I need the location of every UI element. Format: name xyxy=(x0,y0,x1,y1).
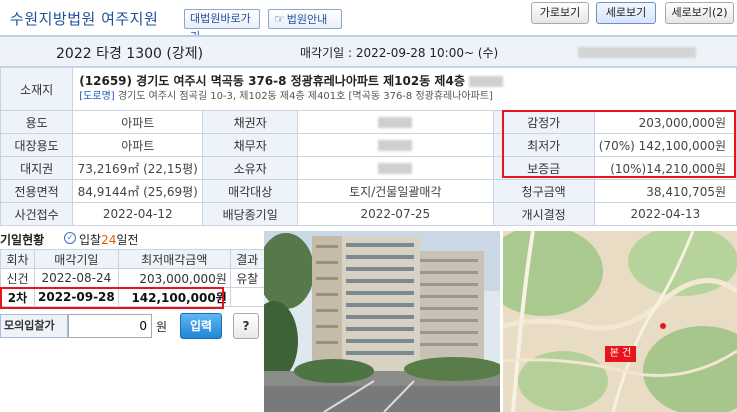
header: 수원지방법원 여주지원 대법원바로가기 ☞법원안내 가로보기 세로보기 세로보기… xyxy=(0,0,737,43)
view-horizontal-button[interactable]: 가로보기 xyxy=(531,2,589,24)
creditor-value xyxy=(297,110,494,134)
creditor-label: 채권자 xyxy=(202,110,299,134)
court-guide-label: 법원안내 xyxy=(286,13,328,26)
bid-days-suffix: 일전 xyxy=(116,233,139,247)
result-cell: 유찰 xyxy=(229,268,265,288)
current-round-highlight-box xyxy=(0,287,224,309)
map-image xyxy=(503,231,737,412)
address-road-text: 경기도 여주시 점곡길 10-3, 제102동 제4층 제401호 [멱곡동 3… xyxy=(117,91,493,102)
land-right-value: 73,2169㎡ (22,15평) xyxy=(72,156,204,180)
owner-value xyxy=(297,156,494,180)
redacted-text xyxy=(468,76,503,87)
debtor-label: 채무자 xyxy=(202,133,299,157)
owner-label: 소유자 xyxy=(202,156,299,180)
address-main-text: (12659) 경기도 여주시 멱곡동 376-8 정광휴레나아파트 제102동… xyxy=(79,74,465,88)
col-header-date: 매각기일 xyxy=(34,249,119,269)
location-map[interactable] xyxy=(503,231,737,412)
case-number: 2022 타경 1300 (강제) xyxy=(56,46,204,62)
dividend-deadline-value: 2022-07-25 xyxy=(297,202,494,226)
won-unit: 원 xyxy=(156,320,168,334)
round-cell: 신건 xyxy=(0,268,35,288)
road-name-link[interactable]: [도로명] xyxy=(79,91,114,102)
sale-target-label: 매각대상 xyxy=(202,179,299,203)
col-header-result: 결과 xyxy=(229,249,265,269)
start-decision-label: 개시결정 xyxy=(492,202,595,226)
bid-days-remaining: 입찰24일전 xyxy=(79,231,138,248)
bid-days-count: 24 xyxy=(101,233,117,247)
usage-label: 용도 xyxy=(0,110,74,134)
redacted-text xyxy=(378,140,413,151)
redacted-text xyxy=(378,117,413,128)
supreme-court-link-button[interactable]: 대법원바로가기 xyxy=(184,9,260,43)
property-location-badge: 본 건 xyxy=(605,346,636,362)
col-header-price: 최저매각금액 xyxy=(117,249,231,269)
property-photo[interactable] xyxy=(264,231,500,412)
col-header-round: 회차 xyxy=(0,249,35,269)
dividend-deadline-label: 배당종기일 xyxy=(202,202,299,226)
address-main: (12659) 경기도 여주시 멱곡동 376-8 정광휴레나아파트 제102동… xyxy=(79,73,730,89)
ledger-usage-value: 아파트 xyxy=(72,133,204,157)
check-circle-icon: ✓ xyxy=(64,232,76,244)
sale-date: 매각기일 : 2022-09-28 10:00~ (수) xyxy=(300,46,499,60)
mock-bid-input[interactable] xyxy=(68,314,152,338)
redacted-text xyxy=(378,163,413,174)
bid-days-prefix: 입찰 xyxy=(79,233,102,247)
bid-history-title: 기일현황 xyxy=(0,233,45,247)
exclusive-area-value: 84,9144㎡ (25,69평) xyxy=(72,179,204,203)
apartment-photo-image xyxy=(264,231,500,412)
address-cell: (12659) 경기도 여주시 멱곡동 376-8 정광휴레나아파트 제102동… xyxy=(72,67,737,111)
mock-bid-label: 모의입찰가 xyxy=(0,314,68,338)
result-cell xyxy=(229,287,265,307)
price-highlight-box xyxy=(502,110,736,178)
claim-amount-value: 38,410,705원 xyxy=(593,179,737,203)
case-row: 2022 타경 1300 (강제) 매각기일 : 2022-09-28 10:0… xyxy=(0,37,737,67)
ledger-usage-label: 대장용도 xyxy=(0,133,74,157)
help-button[interactable]: ? xyxy=(233,313,259,339)
land-right-label: 대지권 xyxy=(0,156,74,180)
exclusive-area-label: 전용면적 xyxy=(0,179,74,203)
redacted-text xyxy=(578,47,696,58)
location-label: 소재지 xyxy=(0,67,74,111)
case-received-value: 2022-04-12 xyxy=(72,202,204,226)
usage-value: 아파트 xyxy=(72,110,204,134)
view-vertical-2-button[interactable]: 세로보기(2) xyxy=(665,2,734,24)
submit-mock-bid-button[interactable]: 입력 xyxy=(180,313,222,339)
court-name: 수원지방법원 여주지원 xyxy=(10,10,159,28)
date-cell: 2022-08-24 xyxy=(34,268,119,288)
court-guide-button[interactable]: ☞ 법원안내 xyxy=(268,9,342,29)
view-vertical-button[interactable]: 세로보기 xyxy=(596,2,656,24)
case-received-label: 사건접수 xyxy=(0,202,74,226)
sale-target-value: 토지/건물일괄매각 xyxy=(297,179,494,203)
debtor-value xyxy=(297,133,494,157)
claim-amount-label: 청구금액 xyxy=(492,179,595,203)
start-decision-value: 2022-04-13 xyxy=(593,202,737,226)
pointing-hand-icon: ☞ xyxy=(274,12,285,26)
price-cell: 203,000,000원 xyxy=(117,268,231,288)
table-row: 신건 2022-08-24 203,000,000원 유찰 xyxy=(0,268,265,288)
address-road: [도로명] 경기도 여주시 점곡길 10-3, 제102동 제4층 제401호 … xyxy=(79,89,730,105)
